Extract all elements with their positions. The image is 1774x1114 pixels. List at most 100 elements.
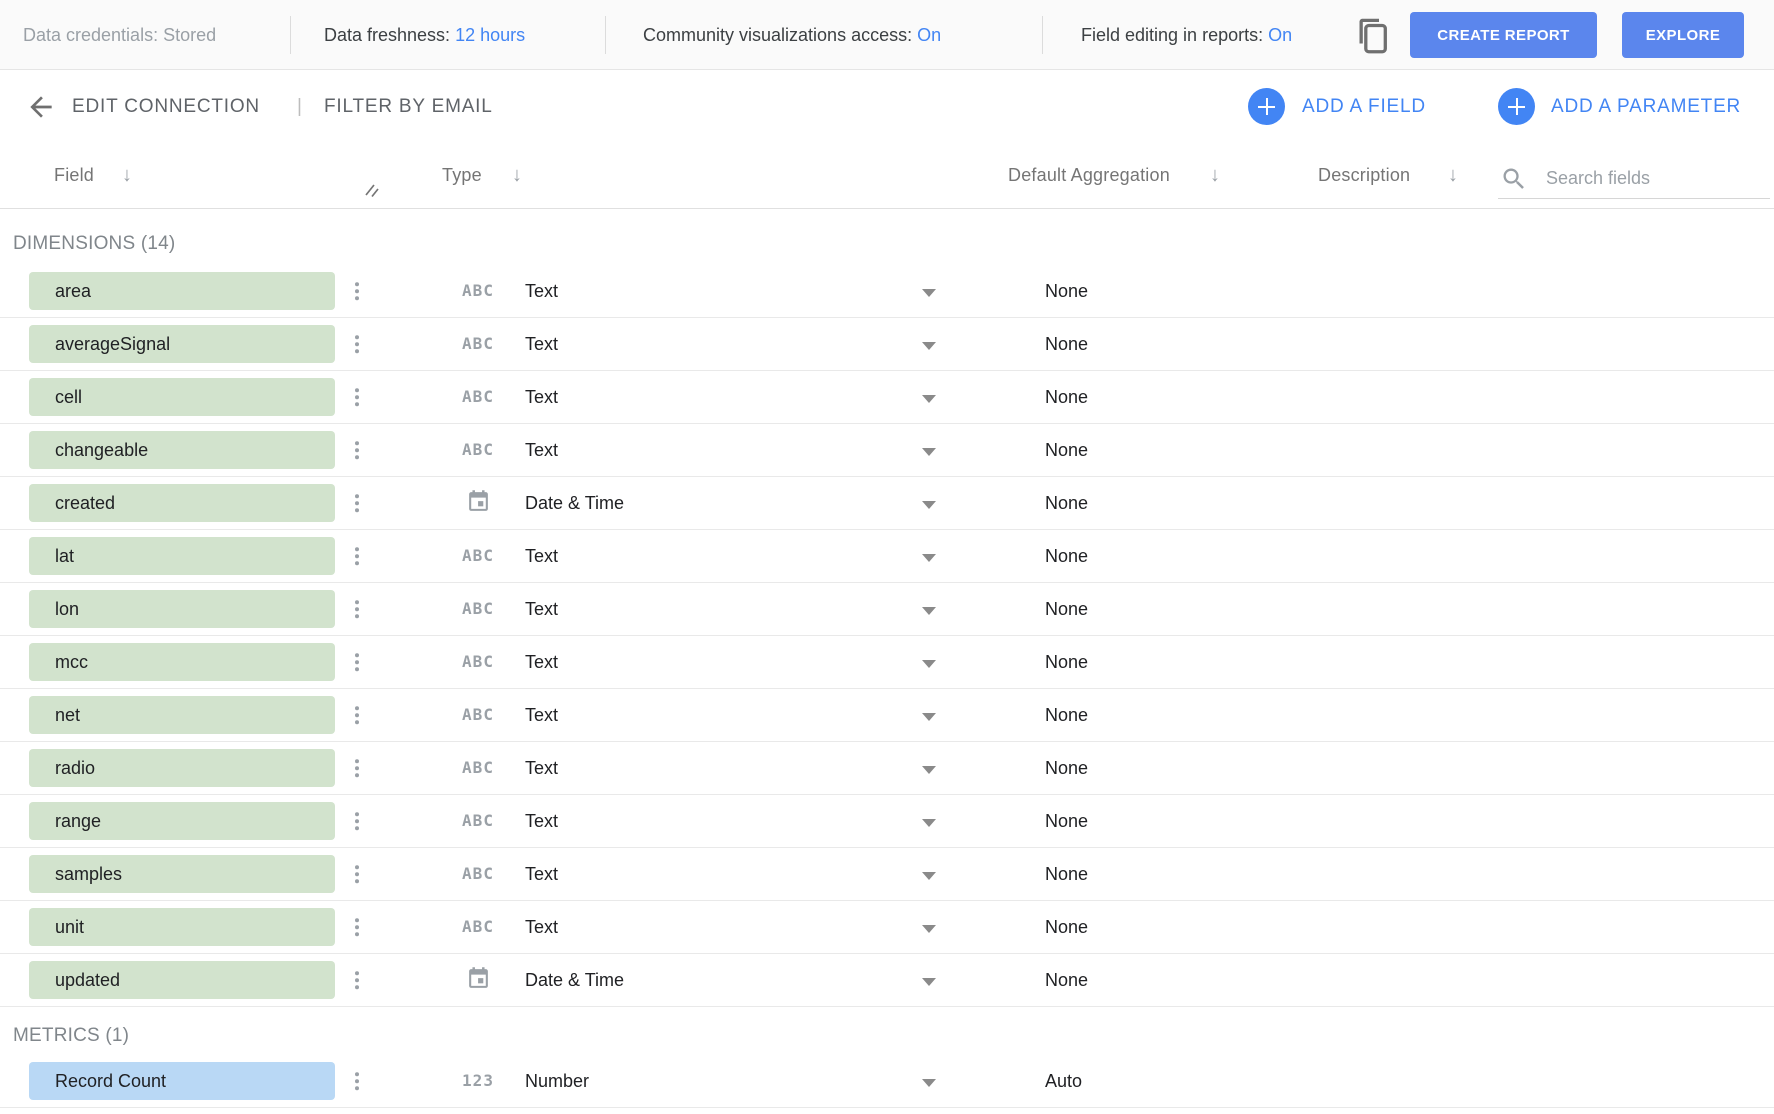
default-aggregation-value[interactable]: None [1045, 742, 1088, 795]
default-aggregation-value[interactable]: None [1045, 318, 1088, 371]
community-visualizations-value[interactable]: On [917, 25, 941, 45]
field-type-value[interactable]: Text [525, 901, 558, 954]
more-options-icon[interactable] [350, 544, 364, 568]
type-dropdown-arrow-icon[interactable] [922, 925, 936, 933]
description-cell[interactable] [1300, 583, 1550, 636]
field-name-chip[interactable]: lon [29, 590, 335, 628]
type-dropdown-arrow-icon[interactable] [922, 766, 936, 774]
field-type-value[interactable]: Text [525, 265, 558, 318]
field-name-chip[interactable]: mcc [29, 643, 335, 681]
field-type-value[interactable]: Text [525, 848, 558, 901]
field-name-chip[interactable]: lat [29, 537, 335, 575]
field-type-value[interactable]: Text [525, 742, 558, 795]
description-cell[interactable] [1300, 318, 1550, 371]
field-type-value[interactable]: Text [525, 689, 558, 742]
description-cell[interactable] [1300, 371, 1550, 424]
field-name-chip[interactable]: Record Count [29, 1062, 335, 1100]
description-cell[interactable] [1300, 424, 1550, 477]
default-aggregation-value[interactable]: None [1045, 477, 1088, 530]
type-dropdown-arrow-icon[interactable] [922, 289, 936, 297]
search-fields-input[interactable] [1546, 163, 1761, 193]
field-name-chip[interactable]: area [29, 272, 335, 310]
more-options-icon[interactable] [350, 809, 364, 833]
default-aggregation-value[interactable]: None [1045, 689, 1088, 742]
field-type-value[interactable]: Number [525, 1055, 589, 1108]
field-name-chip[interactable]: range [29, 802, 335, 840]
default-aggregation-value[interactable]: None [1045, 795, 1088, 848]
explore-button[interactable]: EXPLORE [1622, 12, 1744, 58]
description-cell[interactable] [1300, 265, 1550, 318]
add-a-field-button[interactable]: ADD A FIELD [1302, 71, 1426, 142]
filter-by-email-link[interactable]: FILTER BY EMAIL [324, 71, 493, 142]
add-a-parameter-button[interactable]: ADD A PARAMETER [1551, 71, 1741, 142]
field-type-value[interactable]: Text [525, 371, 558, 424]
more-options-icon[interactable] [350, 756, 364, 780]
description-cell[interactable] [1300, 636, 1550, 689]
field-name-chip[interactable]: created [29, 484, 335, 522]
field-editing-item[interactable]: Field editing in reports: On [1081, 0, 1292, 70]
sort-field-icon[interactable]: ↓ [122, 142, 132, 209]
more-options-icon[interactable] [350, 862, 364, 886]
default-aggregation-value[interactable]: None [1045, 901, 1088, 954]
description-cell[interactable] [1300, 901, 1550, 954]
type-dropdown-arrow-icon[interactable] [922, 395, 936, 403]
default-aggregation-value[interactable]: None [1045, 371, 1088, 424]
description-cell[interactable] [1300, 689, 1550, 742]
copy-icon[interactable] [1355, 16, 1391, 59]
description-cell[interactable] [1300, 477, 1550, 530]
type-dropdown-arrow-icon[interactable] [922, 1079, 936, 1087]
more-options-icon[interactable] [350, 332, 364, 356]
field-name-chip[interactable]: net [29, 696, 335, 734]
type-dropdown-arrow-icon[interactable] [922, 607, 936, 615]
more-options-icon[interactable] [350, 915, 364, 939]
more-options-icon[interactable] [350, 279, 364, 303]
more-options-icon[interactable] [350, 385, 364, 409]
more-options-icon[interactable] [350, 597, 364, 621]
sort-aggregation-icon[interactable]: ↓ [1210, 142, 1220, 209]
description-cell[interactable] [1300, 848, 1550, 901]
field-type-value[interactable]: Text [525, 424, 558, 477]
field-editing-value[interactable]: On [1268, 25, 1292, 45]
default-aggregation-value[interactable]: None [1045, 583, 1088, 636]
community-visualizations-item[interactable]: Community visualizations access: On [643, 0, 941, 70]
type-dropdown-arrow-icon[interactable] [922, 872, 936, 880]
edit-connection-link[interactable]: EDIT CONNECTION [72, 71, 260, 142]
more-options-icon[interactable] [350, 650, 364, 674]
field-name-chip[interactable]: radio [29, 749, 335, 787]
field-name-chip[interactable]: changeable [29, 431, 335, 469]
field-name-chip[interactable]: updated [29, 961, 335, 999]
default-aggregation-value[interactable]: None [1045, 636, 1088, 689]
type-dropdown-arrow-icon[interactable] [922, 660, 936, 668]
more-options-icon[interactable] [350, 1069, 364, 1093]
type-dropdown-arrow-icon[interactable] [922, 713, 936, 721]
add-parameter-plus-icon[interactable] [1498, 88, 1535, 125]
default-aggregation-value[interactable]: None [1045, 530, 1088, 583]
sort-type-icon[interactable]: ↓ [512, 142, 522, 209]
field-type-value[interactable]: Text [525, 795, 558, 848]
field-name-chip[interactable]: averageSignal [29, 325, 335, 363]
field-name-chip[interactable]: cell [29, 378, 335, 416]
add-field-plus-icon[interactable] [1248, 88, 1285, 125]
type-dropdown-arrow-icon[interactable] [922, 554, 936, 562]
more-options-icon[interactable] [350, 438, 364, 462]
field-name-chip[interactable]: samples [29, 855, 335, 893]
description-cell[interactable] [1300, 795, 1550, 848]
description-cell[interactable] [1300, 1055, 1550, 1108]
description-cell[interactable] [1300, 530, 1550, 583]
default-aggregation-value[interactable]: None [1045, 265, 1088, 318]
create-report-button[interactable]: CREATE REPORT [1410, 12, 1597, 58]
back-arrow-icon[interactable] [25, 91, 57, 128]
data-credentials-item[interactable]: Data credentials: Stored [23, 0, 216, 70]
default-aggregation-value[interactable]: None [1045, 848, 1088, 901]
field-type-value[interactable]: Text [525, 636, 558, 689]
more-options-icon[interactable] [350, 703, 364, 727]
field-type-value[interactable]: Text [525, 583, 558, 636]
field-type-value[interactable]: Date & Time [525, 954, 624, 1007]
type-dropdown-arrow-icon[interactable] [922, 501, 936, 509]
type-dropdown-arrow-icon[interactable] [922, 819, 936, 827]
field-name-chip[interactable]: unit [29, 908, 335, 946]
data-freshness-value[interactable]: 12 hours [455, 25, 525, 45]
description-cell[interactable] [1300, 742, 1550, 795]
default-aggregation-value[interactable]: None [1045, 954, 1088, 1007]
default-aggregation-value[interactable]: None [1045, 424, 1088, 477]
